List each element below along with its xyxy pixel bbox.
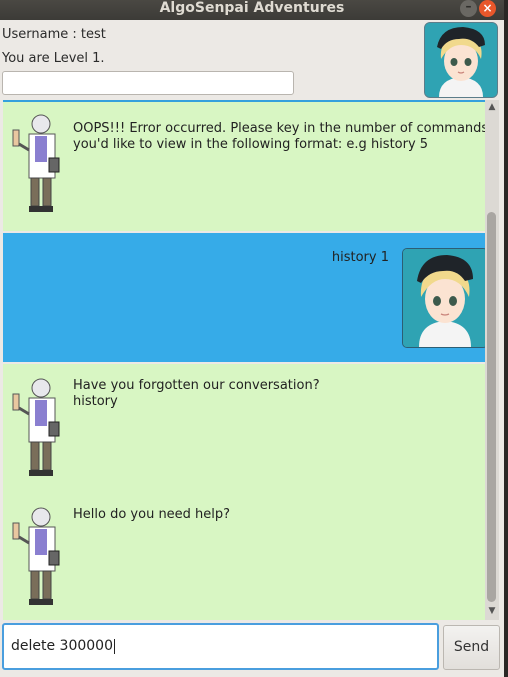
- bot-message-2: Have you forgotten our conversation? his…: [3, 364, 485, 493]
- chat-area[interactable]: OOPS!!! Error occurred. Please key in th…: [3, 100, 485, 622]
- professor-icon: [5, 374, 69, 482]
- user-avatar-icon: [402, 248, 485, 348]
- bot-message-3: Hello do you need help?: [3, 493, 485, 622]
- level-label: You are Level 1.: [2, 51, 105, 66]
- scroll-down-icon[interactable]: ▼: [487, 606, 497, 616]
- text-caret: [114, 638, 115, 654]
- desktop-edge: [504, 0, 508, 677]
- app-window: AlgoSenpai Adventures – × Username : tes…: [0, 0, 504, 677]
- command-input-value: delete 300000: [11, 638, 113, 654]
- minimize-button[interactable]: –: [460, 0, 477, 17]
- scrollbar-thumb[interactable]: [487, 212, 496, 602]
- message-text: Hello do you need help?: [73, 507, 231, 522]
- window-title: AlgoSenpai Adventures: [159, 0, 345, 16]
- message-text: Have you forgotten our conversation? his…: [73, 378, 320, 409]
- message-text: OOPS!!! Error occurred. Please key in th…: [73, 121, 485, 152]
- user-message-1: history 1: [3, 233, 485, 362]
- chat-scrollbar[interactable]: ▲ ▼: [485, 100, 499, 620]
- user-avatar: [424, 22, 498, 98]
- command-input[interactable]: delete 300000: [2, 623, 439, 670]
- message-text: history 1: [331, 250, 389, 265]
- bot-message-1: OOPS!!! Error occurred. Please key in th…: [3, 102, 485, 231]
- title-bar: AlgoSenpai Adventures – ×: [0, 0, 504, 20]
- username-label: Username : test: [2, 27, 106, 42]
- close-button[interactable]: ×: [479, 0, 496, 17]
- user-header: Username : test You are Level 1.: [0, 20, 504, 100]
- level-progress-bar: [2, 71, 294, 95]
- input-bar: delete 300000 Send: [0, 620, 504, 677]
- professor-icon: [5, 503, 69, 611]
- professor-icon: [5, 110, 69, 218]
- scroll-up-icon[interactable]: ▲: [487, 102, 497, 112]
- send-button[interactable]: Send: [443, 625, 500, 670]
